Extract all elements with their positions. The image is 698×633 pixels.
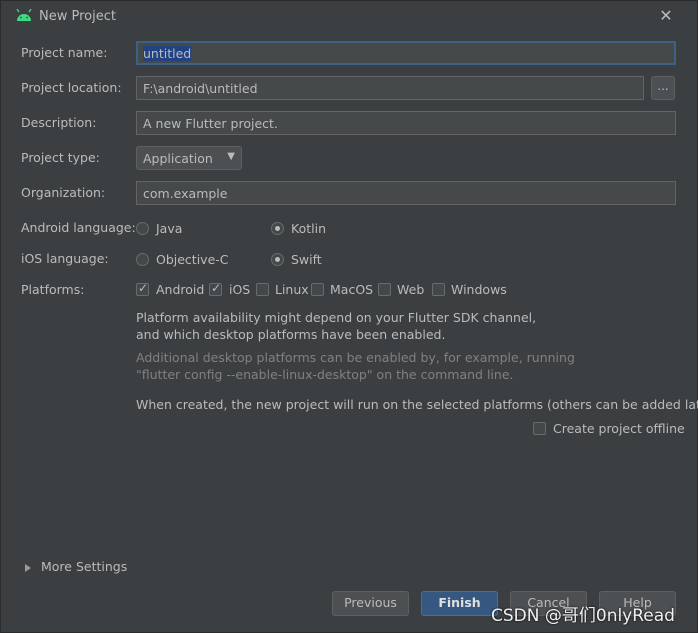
platform-note-line-1: Platform availability might depend on yo…: [136, 310, 537, 325]
web-checkbox[interactable]: [378, 283, 391, 296]
swift-radio[interactable]: [271, 253, 284, 266]
windows-checkbox[interactable]: [432, 283, 445, 296]
objective-c-radio-label[interactable]: Objective-C: [156, 252, 229, 267]
android-checkbox[interactable]: [136, 281, 149, 296]
project-type-select[interactable]: Application ▼: [136, 146, 242, 170]
java-radio-label[interactable]: Java: [156, 221, 182, 236]
project-name-label: Project name:: [21, 45, 108, 60]
dialog-title: New Project: [39, 9, 116, 24]
create-offline-checkbox[interactable]: [533, 422, 546, 435]
new-project-dialog: New Project ✕ Project name: untitled Pro…: [0, 0, 698, 633]
browse-button[interactable]: ...: [651, 76, 675, 100]
web-checkbox-label[interactable]: Web: [397, 282, 424, 297]
linux-checkbox-label[interactable]: Linux: [275, 282, 309, 297]
title-bar: New Project ✕: [1, 1, 697, 32]
project-name-value: untitled: [143, 46, 192, 61]
create-offline-label[interactable]: Create project offline: [553, 421, 685, 436]
more-settings-toggle[interactable]: More Settings: [25, 559, 127, 574]
android-checkbox-label[interactable]: Android: [156, 282, 204, 297]
csdn-watermark: CSDN @哥们0nlyRead: [491, 606, 675, 626]
more-settings-label: More Settings: [41, 559, 128, 574]
organization-label: Organization:: [21, 185, 106, 200]
close-icon[interactable]: ✕: [657, 7, 675, 25]
project-location-field[interactable]: F:\android\untitled: [136, 76, 644, 100]
project-type-label: Project type:: [21, 150, 100, 165]
description-field[interactable]: A new Flutter project.: [136, 111, 676, 135]
platforms-label: Platforms:: [21, 282, 85, 297]
kotlin-radio[interactable]: [271, 222, 284, 235]
ios-checkbox-label[interactable]: iOS: [229, 282, 250, 297]
linux-checkbox[interactable]: [256, 283, 269, 296]
chevron-down-icon: ▼: [227, 151, 235, 162]
ios-checkbox[interactable]: [209, 281, 222, 296]
macos-checkbox[interactable]: [311, 283, 324, 296]
kotlin-radio-label[interactable]: Kotlin: [291, 221, 326, 236]
selected-platforms-note: When created, the new project will run o…: [136, 397, 698, 412]
organization-field[interactable]: com.example: [136, 181, 676, 205]
desktop-hint-line-2: "flutter config --enable-linux-desktop" …: [136, 367, 514, 382]
objective-c-radio[interactable]: [136, 253, 149, 266]
project-name-field[interactable]: untitled: [136, 41, 676, 65]
project-location-label: Project location:: [21, 80, 122, 95]
android-language-label: Android language:: [21, 220, 136, 235]
desktop-hint-line-1: Additional desktop platforms can be enab…: [136, 350, 575, 365]
project-type-value: Application: [143, 151, 213, 166]
java-radio[interactable]: [136, 222, 149, 235]
previous-button[interactable]: Previous: [332, 591, 409, 616]
ios-language-label: iOS language:: [21, 251, 109, 266]
triangle-right-icon: [25, 563, 31, 572]
finish-button[interactable]: Finish: [421, 591, 498, 616]
macos-checkbox-label[interactable]: MacOS: [330, 282, 373, 297]
swift-radio-label[interactable]: Swift: [291, 252, 322, 267]
android-icon: [16, 9, 32, 21]
description-label: Description:: [21, 115, 97, 130]
windows-checkbox-label[interactable]: Windows: [451, 282, 507, 297]
platform-note-line-2: and which desktop platforms have been en…: [136, 327, 446, 342]
